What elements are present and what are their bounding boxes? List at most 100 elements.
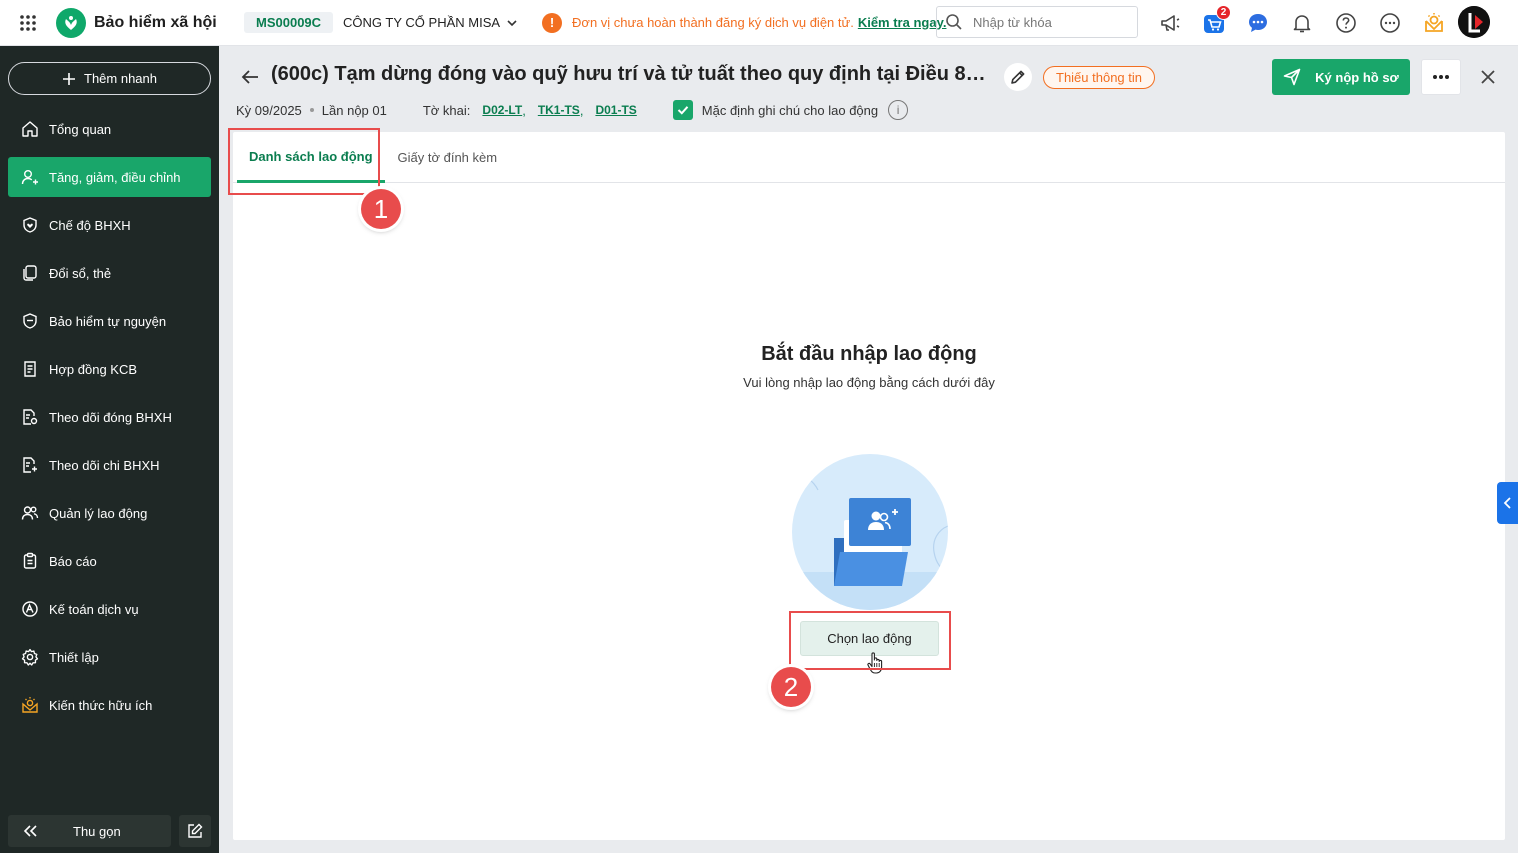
users-icon: [21, 506, 39, 520]
collapse-sidebar-button[interactable]: Thu gọn: [8, 815, 171, 847]
chevron-down-icon: [507, 19, 517, 26]
sidebar-item-adjust[interactable]: Tăng, giảm, điều chỉnh: [8, 157, 211, 197]
search-input[interactable]: [973, 14, 1123, 30]
plus-icon: [63, 72, 75, 85]
form-link-d02[interactable]: D02-LT: [482, 103, 522, 117]
sign-submit-label: Ký nộp hồ sơ: [1315, 69, 1399, 85]
sidebar-item-track-pay[interactable]: Theo dõi đóng BHXH: [8, 397, 211, 437]
forms-label: Tờ khai:: [422, 102, 471, 118]
knowledge-icon[interactable]: [1412, 5, 1456, 41]
edit-icon: [188, 823, 203, 838]
cart-badge: 2: [1216, 5, 1231, 20]
app-name: Bảo hiểm xã hội: [94, 13, 217, 31]
pencil-icon: [1011, 70, 1025, 84]
doc-track-icon: [23, 409, 38, 425]
status-badge: Thiếu thông tin: [1043, 66, 1156, 89]
more-actions-button[interactable]: [1421, 59, 1461, 95]
user-adjust-icon: [21, 170, 38, 185]
cards-icon: [23, 265, 37, 281]
top-bar: Bảo hiểm xã hội MS00009C CÔNG TY CỔ PHẦN…: [0, 0, 1518, 46]
edit-menu-button[interactable]: [179, 815, 211, 847]
hand-cursor-icon: [867, 652, 883, 674]
sidebar-item-label: Kế toán dịch vụ: [49, 601, 139, 617]
chat-icon[interactable]: [1236, 5, 1280, 41]
company-selector[interactable]: CÔNG TY CỔ PHẦN MISA: [343, 15, 518, 30]
quick-add-label: Thêm nhanh: [84, 71, 157, 86]
sidebar-item-label: Theo dõi đóng BHXH: [49, 409, 172, 425]
content-panel: Danh sách lao động Giấy tờ đính kèm Bắt …: [233, 132, 1505, 840]
sign-submit-button[interactable]: Ký nộp hồ sơ: [1272, 59, 1410, 95]
cart-icon[interactable]: 2: [1192, 5, 1236, 41]
sidebar-item-label: Quản lý lao động: [49, 505, 148, 521]
sidebar-item-label: Chế độ BHXH: [49, 217, 131, 233]
bell-icon[interactable]: [1280, 5, 1324, 41]
more-circle-icon[interactable]: [1368, 5, 1412, 41]
sidebar-item-label: Đổi sổ, thẻ: [49, 265, 112, 281]
sidebar-item-label: Tăng, giảm, điều chỉnh: [49, 169, 181, 185]
warning-text: Đơn vị chưa hoàn thành đăng ký dịch vụ đ…: [572, 15, 854, 30]
check-now-link[interactable]: Kiểm tra ngay.: [858, 15, 947, 30]
sidebar-item-settings[interactable]: Thiết lập: [8, 637, 211, 677]
period-label: Kỳ 09/2025: [236, 102, 302, 118]
app-grid-icon[interactable]: [0, 0, 56, 46]
shield-icon: [23, 313, 37, 329]
right-panel-toggle[interactable]: [1497, 482, 1518, 524]
quick-add-button[interactable]: Thêm nhanh: [8, 62, 211, 95]
edit-title-button[interactable]: [1004, 63, 1032, 91]
sidebar-item-label: Hợp đồng KCB: [49, 361, 138, 377]
shield-heart-icon: [23, 217, 37, 233]
separator-dot: [309, 108, 314, 112]
send-icon: [1283, 68, 1301, 86]
home-icon: [22, 121, 38, 137]
step-marker-1: 1: [361, 189, 401, 229]
sidebar-item-track-spend[interactable]: Theo dõi chi BHXH: [8, 445, 211, 485]
sidebar-item-overview[interactable]: Tổng quan: [8, 109, 211, 149]
tax-code: MS00009C: [244, 12, 334, 33]
sidebar-item-label: Tổng quan: [49, 121, 112, 137]
chevron-left-icon: [1503, 497, 1511, 509]
sidebar-item-contract[interactable]: Hợp đồng KCB: [8, 349, 211, 389]
sidebar-item-label: Báo cáo: [49, 553, 97, 569]
sidebar-item-regime[interactable]: Chế độ BHXH: [8, 205, 211, 245]
page-header: (600c) Tạm dừng đóng vào quỹ hưu trí và …: [219, 46, 1518, 132]
doc-track-icon: [23, 457, 37, 473]
info-icon[interactable]: i: [888, 100, 909, 120]
accounting-icon: [22, 601, 38, 617]
submission-label: Lần nộp 01: [321, 102, 387, 118]
contract-icon: [24, 361, 36, 377]
sidebar-item-knowledge[interactable]: Kiến thức hữu ích: [8, 685, 211, 725]
warning-icon: !: [542, 12, 563, 33]
empty-state-subtitle: Vui lòng nhập lao động bằng cách dưới đâ…: [743, 375, 995, 390]
default-note-checkbox[interactable]: [672, 100, 693, 120]
company-name: CÔNG TY CỔ PHẦN MISA: [343, 15, 501, 30]
sidebar-item-label: Thiết lập: [49, 649, 99, 665]
sidebar-item-accounting[interactable]: Kế toán dịch vụ: [8, 589, 211, 629]
megaphone-icon[interactable]: [1148, 5, 1192, 41]
user-avatar[interactable]: [1458, 6, 1490, 38]
tab-employee-list[interactable]: Danh sách lao động: [237, 132, 385, 183]
tab-attachments[interactable]: Giấy tờ đính kèm: [385, 132, 511, 183]
help-icon[interactable]: [1324, 5, 1368, 41]
sidebar-item-voluntary[interactable]: Bảo hiểm tự nguyện: [8, 301, 211, 341]
knowledge-icon: [22, 697, 38, 713]
back-arrow-icon[interactable]: [239, 66, 261, 88]
search-icon: [946, 14, 962, 30]
form-link-tk1[interactable]: TK1-TS: [538, 103, 580, 117]
page-meta: Kỳ 09/2025 Lần nộp 01 Tờ khai: D02-LT, T…: [236, 100, 909, 120]
sidebar-item-label: Bảo hiểm tự nguyện: [49, 313, 167, 329]
default-note-label: Mặc định ghi chú cho lao động: [701, 102, 879, 118]
form-link-d01[interactable]: D01-TS: [595, 103, 636, 117]
page-title: (600c) Tạm dừng đóng vào quỹ hưu trí và …: [271, 63, 991, 85]
sidebar-item-label: Theo dõi chi BHXH: [49, 457, 160, 473]
report-icon: [23, 552, 37, 569]
close-icon[interactable]: [1477, 66, 1499, 88]
tab-bar: Danh sách lao động Giấy tờ đính kèm: [233, 132, 1505, 183]
sidebar-item-employees[interactable]: Quản lý lao động: [8, 493, 211, 533]
sidebar-item-reports[interactable]: Báo cáo: [8, 541, 211, 581]
sidebar-item-cards[interactable]: Đổi sổ, thẻ: [8, 253, 211, 293]
gear-icon: [21, 648, 39, 666]
folder-users-illustration: [792, 454, 948, 610]
step-marker-2: 2: [771, 667, 811, 707]
app-logo-icon[interactable]: [56, 7, 86, 38]
search-box[interactable]: [936, 6, 1138, 38]
